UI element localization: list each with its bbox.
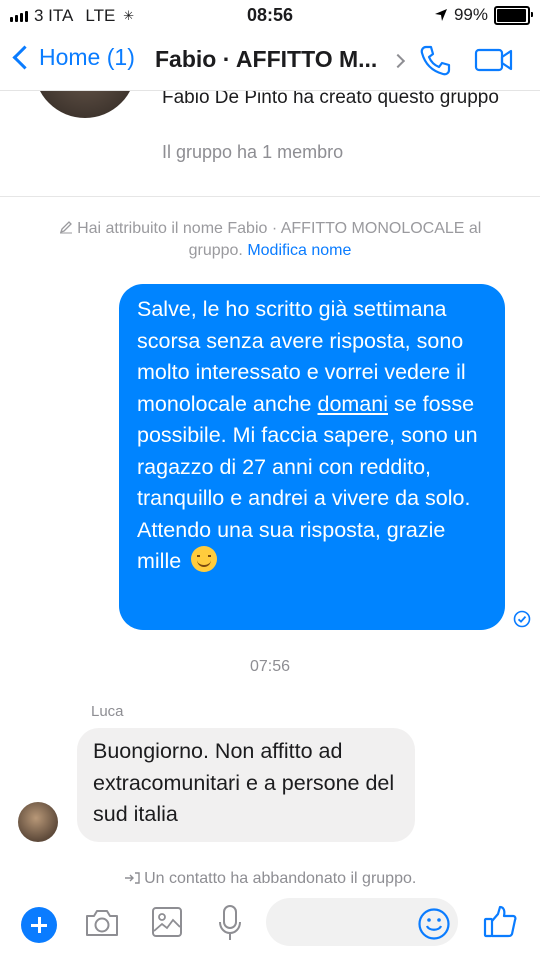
delivered-check-icon [513,610,531,628]
camera-icon[interactable] [84,908,120,938]
phone-call-icon[interactable] [418,44,452,78]
emoji-picker-icon[interactable] [417,907,451,941]
message-composer [0,888,540,960]
video-call-icon[interactable] [474,47,514,73]
location-icon [434,9,447,21]
chevron-right-icon[interactable] [390,53,406,69]
conversation-title[interactable]: Fabio · AFFITTO M... [155,46,377,73]
conversation-header: Home (1) Fabio · AFFITTO M... [0,32,540,91]
more-options-plus-icon[interactable] [21,907,57,943]
exit-icon [124,872,140,884]
back-label: Home (1) [39,44,135,70]
left-group-notice-text: Un contatto ha abbandonato il gruppo. [144,870,417,887]
sender-name: Luca [91,703,124,720]
status-bar: 3 ITA LTE ✳ 08:56 99% [0,0,540,32]
microphone-icon[interactable] [217,904,243,942]
like-thumb-icon[interactable] [482,904,518,940]
rename-notice: Hai attribuito il nome Fabio · AFFITTO M… [30,218,510,262]
battery-icon [494,5,533,25]
message-timestamp: 07:56 [249,658,291,675]
incoming-message[interactable]: Buongiorno. Non affitto ad extracomunita… [77,728,415,842]
outgoing-message-text-end: se fosse possibile. Mi faccia sapere, so… [137,391,478,574]
date-link[interactable]: domani [317,392,388,416]
edit-name-link[interactable]: Modifica nome [247,242,351,259]
battery-percent: 99% [453,5,488,24]
group-members-count: Il gruppo ha 1 membro [162,142,344,162]
sender-avatar[interactable] [18,802,58,842]
back-button[interactable]: Home (1) [10,44,135,71]
left-group-notice: Un contatto ha abbandonato il gruppo. [0,870,540,888]
photo-gallery-icon[interactable] [151,906,183,938]
smiling-emoji-icon [191,546,218,572]
outgoing-message[interactable]: Salve, le ho scritto già settimana scors… [119,284,505,630]
pencil-icon [59,221,72,234]
chevron-left-icon [12,45,37,70]
divider [0,196,540,197]
status-right: 99% [434,5,533,25]
